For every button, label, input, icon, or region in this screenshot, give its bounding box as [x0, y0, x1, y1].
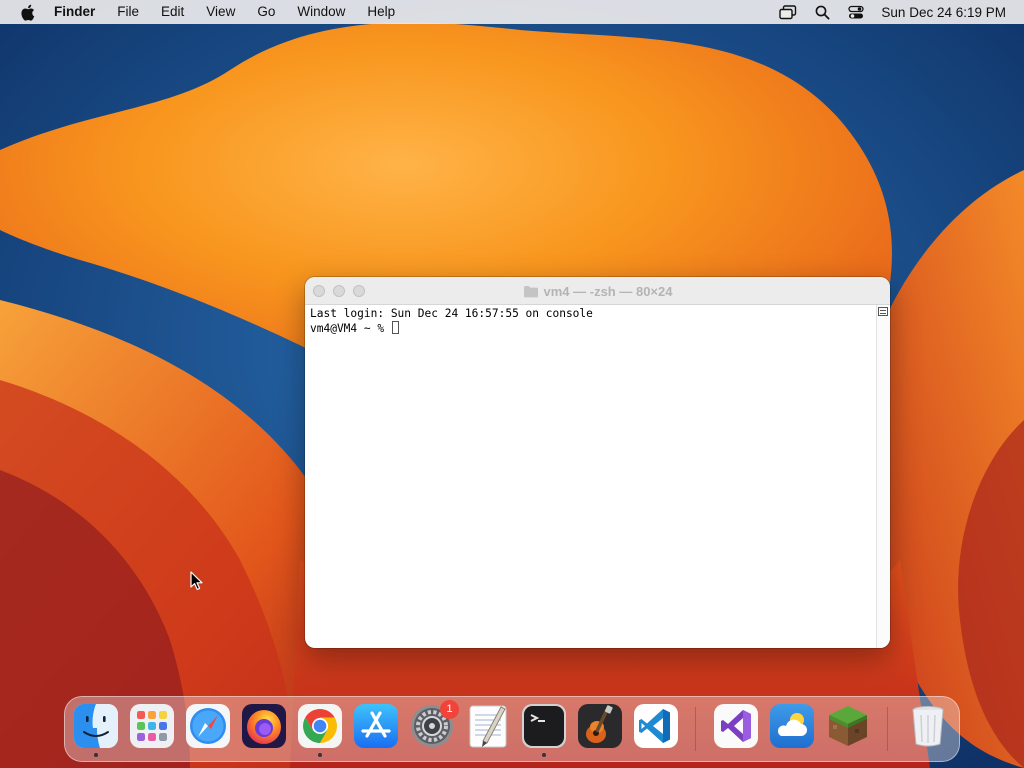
spotlight-search-icon[interactable] — [805, 0, 839, 24]
terminal-prompt-line[interactable]: vm4@VM4 ~ % — [310, 321, 871, 336]
folder-icon — [523, 285, 539, 298]
menu-file[interactable]: File — [106, 0, 150, 24]
dock-app-finder[interactable] — [73, 703, 119, 757]
window-title: vm4 — -zsh — 80×24 — [305, 277, 890, 305]
window-title-text: vm4 — -zsh — 80×24 — [543, 283, 673, 299]
dock-app-terminal[interactable] — [521, 703, 567, 757]
menu-edit[interactable]: Edit — [150, 0, 195, 24]
launchpad-icon — [130, 704, 174, 748]
terminal-line: Last login: Sun Dec 24 16:57:55 on conso… — [310, 307, 593, 320]
visual-studio-icon — [714, 704, 758, 748]
close-button[interactable] — [313, 284, 325, 297]
terminal-icon — [522, 704, 566, 748]
dock-app-weather[interactable] — [769, 703, 815, 749]
menu-go[interactable]: Go — [246, 0, 286, 24]
dock-divider — [695, 707, 696, 751]
running-indicator — [94, 753, 98, 757]
weather-icon — [770, 704, 814, 748]
finder-icon — [74, 704, 118, 748]
menu-bar-clock[interactable]: Sun Dec 24 6:19 PM — [881, 5, 1006, 20]
dock: 1 — [64, 696, 960, 762]
dock-divider — [887, 707, 888, 751]
firefox-icon — [242, 704, 286, 748]
control-center-icon[interactable] — [839, 0, 873, 24]
dock-app-minecraft[interactable] — [825, 703, 871, 749]
window-titlebar[interactable]: vm4 — -zsh — 80×24 — [305, 277, 890, 305]
notification-badge: 1 — [440, 700, 459, 719]
minecraft-icon — [829, 706, 867, 746]
safari-icon — [186, 704, 230, 748]
chrome-icon — [298, 704, 342, 748]
running-indicator — [318, 753, 322, 757]
dock-app-trash[interactable] — [905, 703, 951, 749]
dock-app-app-store[interactable] — [353, 703, 399, 749]
dock-app-system-settings[interactable]: 1 — [409, 700, 459, 749]
textedit-icon — [469, 705, 507, 748]
text-cursor — [391, 321, 399, 334]
dock-app-chrome[interactable] — [297, 703, 343, 757]
terminal-window[interactable]: vm4 — -zsh — 80×24 Last login: Sun Dec 2… — [305, 277, 890, 648]
screen-mirroring-icon[interactable] — [771, 0, 805, 24]
mouse-pointer-icon — [190, 571, 203, 590]
menu-window[interactable]: Window — [286, 0, 356, 24]
menu-help[interactable]: Help — [356, 0, 406, 24]
vscode-icon — [634, 704, 678, 748]
dock-app-visual-studio[interactable] — [713, 703, 759, 749]
dock-app-vscode[interactable] — [633, 703, 679, 749]
dock-app-launchpad[interactable] — [129, 703, 175, 749]
zoom-button[interactable] — [353, 284, 365, 297]
dock-app-garageband[interactable] — [577, 703, 623, 749]
garageband-icon — [578, 704, 622, 748]
terminal-prompt: vm4@VM4 ~ % — [310, 322, 391, 335]
minimize-button[interactable] — [333, 284, 345, 297]
window-controls — [305, 284, 365, 297]
split-pane-icon[interactable] — [878, 307, 888, 316]
running-indicator — [542, 753, 546, 757]
menu-bar: Finder File Edit View Go Window Help Sun… — [0, 0, 1024, 24]
app-store-icon — [354, 704, 398, 748]
menu-view[interactable]: View — [195, 0, 246, 24]
trash-icon — [912, 706, 944, 747]
dock-app-safari[interactable] — [185, 703, 231, 749]
app-menu-finder[interactable]: Finder — [54, 0, 106, 24]
apple-menu-icon[interactable] — [0, 0, 54, 24]
dock-app-textedit[interactable] — [465, 703, 511, 749]
vertical-scrollbar[interactable] — [876, 305, 890, 648]
dock-app-firefox[interactable] — [241, 703, 287, 749]
terminal-output[interactable]: Last login: Sun Dec 24 16:57:55 on conso… — [305, 305, 876, 648]
